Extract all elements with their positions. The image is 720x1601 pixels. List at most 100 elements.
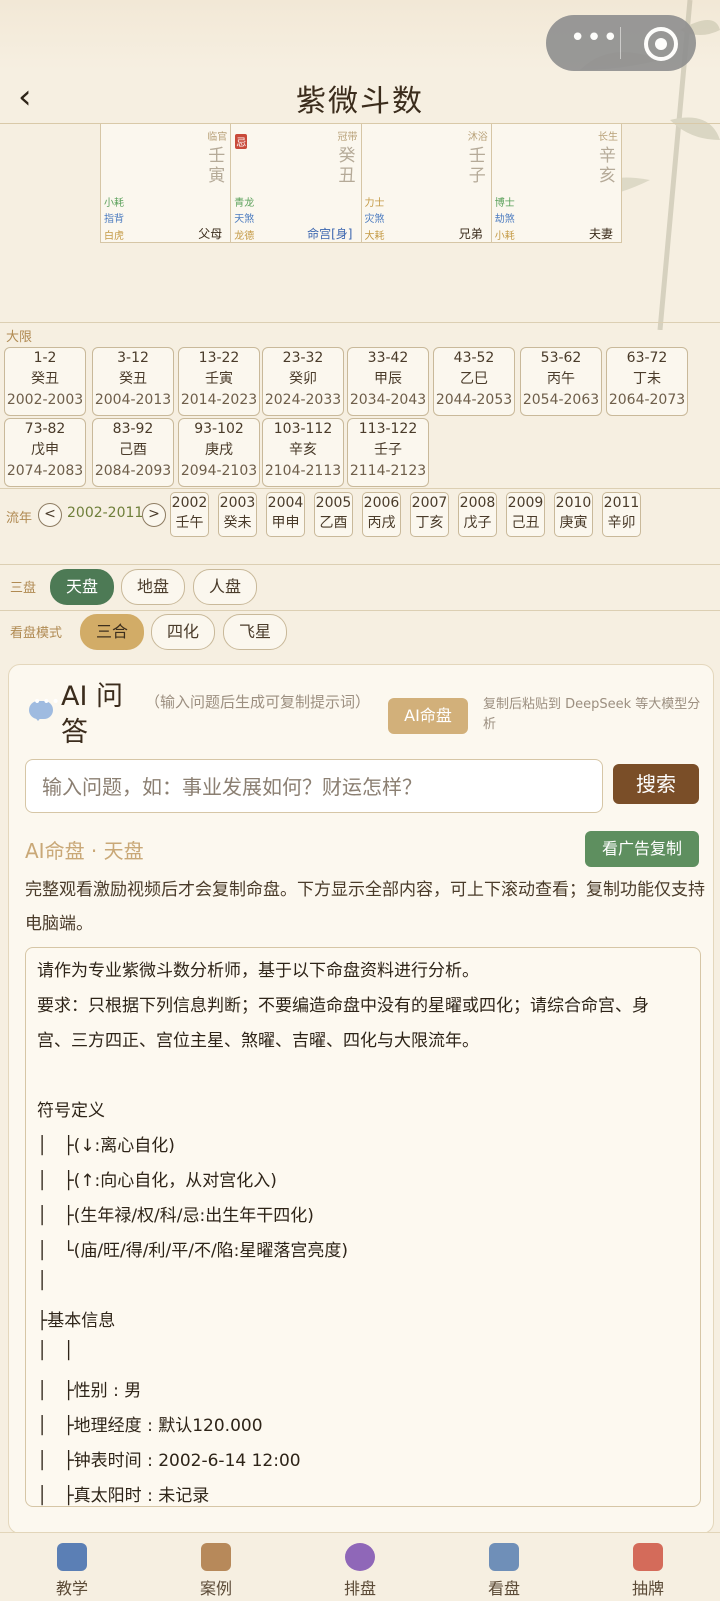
feixing-tab[interactable]: 飞星: [223, 614, 287, 650]
tab-cases[interactable]: 案例: [144, 1533, 288, 1601]
liunian-gz: 庚寅: [559, 515, 588, 531]
daxian-age: 33-42: [367, 350, 409, 366]
ji-badge: 忌: [235, 134, 248, 149]
liunian-cell[interactable]: 2008 戊子: [458, 492, 497, 537]
palace-name: 夫妻: [588, 227, 613, 241]
close-target-icon[interactable]: [644, 27, 678, 61]
liunian-y: 2003: [219, 495, 256, 511]
prompt-textarea[interactable]: 请作为专业紫微斗数分析师，基于以下命盘资料进行分析。 要求：只根据下列信息判断；不…: [25, 947, 701, 1507]
chat-bubble-icon: •••: [29, 694, 60, 721]
liunian-y: 2004: [267, 495, 304, 511]
daxian-age: 73-82: [24, 421, 66, 437]
palace-star: 小耗: [104, 198, 124, 209]
palace-cell[interactable]: 长生 辛亥 博士 劫煞 小耗 夫妻: [492, 124, 621, 242]
liunian-cell[interactable]: 2011 辛卯: [602, 492, 641, 537]
liunian-gz: 癸未: [223, 515, 252, 531]
palace-star: 力士: [364, 198, 385, 209]
daxian-cell[interactable]: 33-42 甲辰 2034-2043: [347, 347, 429, 416]
daxian-gz: 甲辰: [374, 371, 402, 387]
palace-stem-branch: 壬子: [468, 146, 486, 186]
daxian-label: 大限: [6, 330, 33, 345]
liunian-cell[interactable]: 2005 乙酉: [314, 492, 353, 537]
liunian-cell[interactable]: 2002 壬午: [170, 492, 209, 537]
palace-state: 临官: [207, 132, 228, 143]
tianpan-tab[interactable]: 天盘: [50, 569, 114, 605]
divider: [0, 488, 720, 489]
daxian-cell[interactable]: 3-12 癸丑 2004-2013: [92, 347, 174, 416]
ai-chart-button[interactable]: AI命盘: [388, 698, 468, 734]
liunian-cell[interactable]: 2007 丁亥: [410, 492, 449, 537]
palace-star: 小耗: [494, 231, 515, 242]
ai-card: ••• AI 问答 （输入问题后生成可复制提示词） AI命盘 复制后粘贴到 De…: [8, 664, 714, 1534]
daxian-age: 1-2: [33, 350, 57, 366]
daxian-gz: 壬寅: [205, 371, 233, 387]
sanhe-tab[interactable]: 三合: [80, 614, 144, 650]
daxian-cell[interactable]: 93-102 庚戌 2094-2103: [178, 418, 260, 487]
daxian-age: 93-102: [194, 421, 244, 437]
daxian-cell[interactable]: 23-32 癸卯 2024-2033: [262, 347, 344, 416]
ai-title: AI 问答: [61, 681, 124, 748]
liunian-gz: 丙戌: [367, 515, 396, 531]
sihua-tab[interactable]: 四化: [151, 614, 215, 650]
palace-cell[interactable]: 忌 冠带 癸丑 青龙 天煞 龙德 命宫[身]: [231, 124, 362, 242]
tab-teaching[interactable]: 教学: [0, 1533, 144, 1601]
palace-star: 灾煞: [364, 214, 385, 225]
daxian-yrs: 2054-2063: [522, 392, 600, 408]
liunian-gz: 甲申: [271, 515, 300, 531]
daxian-cell[interactable]: 103-112 辛亥 2104-2113: [262, 418, 344, 487]
daxian-yrs: 2002-2003: [6, 392, 84, 408]
prompt-line: │ │: [37, 1341, 74, 1361]
tab-paipan[interactable]: 排盘: [288, 1533, 432, 1601]
miniprogram-capsule[interactable]: •••: [546, 15, 696, 71]
more-icon[interactable]: •••: [570, 23, 619, 53]
daxian-gz: 丁未: [633, 371, 661, 387]
question-input[interactable]: 输入问题，如：事业发展如何？财运怎样？: [25, 759, 603, 813]
daxian-cell[interactable]: 73-82 戊申 2074-2083: [4, 418, 86, 487]
daxian-gz: 癸丑: [119, 371, 147, 387]
ai-tip: 复制后粘贴到 DeepSeek 等大模型分析: [483, 697, 701, 732]
daxian-cell[interactable]: 1-2 癸丑 2002-2003: [4, 347, 86, 416]
palace-stem-branch: 癸丑: [338, 146, 356, 186]
palace-state: 沐浴: [467, 132, 488, 143]
daxian-cell[interactable]: 53-62 丙午 2054-2063: [520, 347, 602, 416]
prompt-line: │: [37, 1271, 48, 1291]
bar-chart-icon: [489, 1543, 519, 1571]
daxian-yrs: 2014-2023: [180, 392, 258, 408]
palace-cell[interactable]: 临官 壬寅 小耗 指背 白虎 父母: [101, 124, 232, 242]
tab-kanpan[interactable]: 看盘: [432, 1533, 576, 1601]
daxian-gz: 己酉: [119, 442, 147, 458]
palace-cell[interactable]: 沐浴 壬子 力士 灾煞 大耗 兄弟: [362, 124, 492, 242]
palace-star: 青龙: [234, 198, 255, 209]
daxian-yrs: 2004-2013: [94, 392, 172, 408]
liunian-cell[interactable]: 2009 己丑: [506, 492, 545, 537]
prev-decade-button[interactable]: <: [38, 503, 62, 527]
daxian-cell[interactable]: 43-52 乙巳 2044-2053: [433, 347, 515, 416]
daxian-cell[interactable]: 113-122 壬子 2114-2123: [347, 418, 429, 487]
liunian-cell[interactable]: 2006 丙戌: [362, 492, 401, 537]
liunian-y: 2005: [315, 495, 352, 511]
tab-choupai[interactable]: 抽牌: [576, 1533, 720, 1601]
renpan-tab[interactable]: 人盘: [193, 569, 257, 605]
daxian-cell[interactable]: 83-92 己酉 2084-2093: [92, 418, 174, 487]
dipan-tab[interactable]: 地盘: [121, 569, 185, 605]
daxian-yrs: 2074-2083: [6, 463, 84, 479]
capsule-divider: [620, 27, 621, 59]
daxian-cell[interactable]: 63-72 丁未 2064-2073: [606, 347, 688, 416]
daxian-age: 43-52: [453, 350, 495, 366]
liunian-cell[interactable]: 2004 甲申: [266, 492, 305, 537]
daxian-gz: 癸丑: [31, 371, 59, 387]
daxian-cell[interactable]: 13-22 壬寅 2014-2023: [178, 347, 260, 416]
palace-star: 博士: [494, 198, 515, 209]
next-decade-button[interactable]: >: [142, 503, 166, 527]
palace-state: 长生: [598, 132, 618, 143]
search-button[interactable]: 搜索: [613, 764, 699, 804]
liunian-cell[interactable]: 2010 庚寅: [554, 492, 593, 537]
liunian-cell[interactable]: 2003 癸未: [218, 492, 257, 537]
daxian-gz: 丙午: [547, 371, 575, 387]
prompt-line: 宫、三方四正、宫位主星、煞曜、吉曜、四化与大限流年。: [37, 1031, 479, 1051]
liunian-y: 2007: [411, 495, 448, 511]
liunian-gz: 戊子: [463, 515, 492, 531]
liunian-y: 2011: [603, 495, 640, 511]
watch-ad-copy-button[interactable]: 看广告复制: [585, 831, 699, 867]
palace-name: 兄弟: [458, 227, 483, 241]
